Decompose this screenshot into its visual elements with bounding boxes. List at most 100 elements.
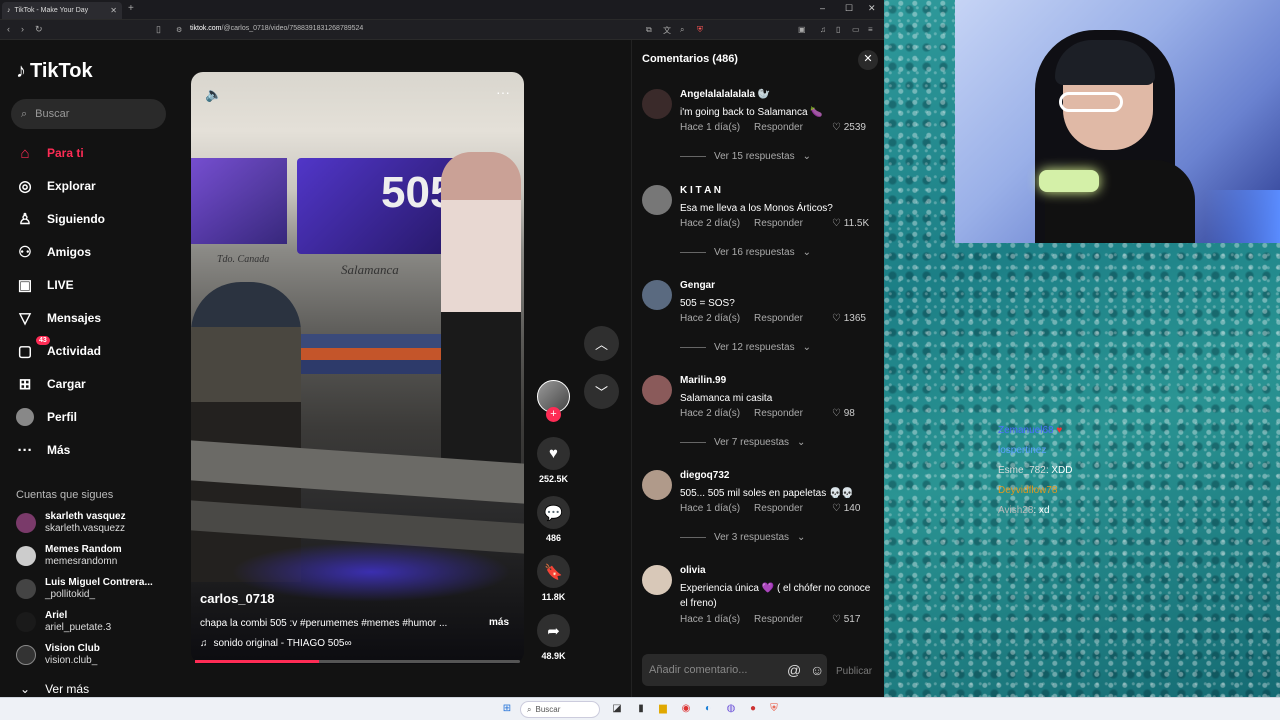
sidebar-toggle-icon[interactable]: ▯ (836, 25, 840, 34)
avatar[interactable] (642, 375, 672, 405)
brave-shield-icon[interactable]: ⛨ (697, 25, 703, 35)
more-options-icon[interactable]: ··· (496, 84, 510, 100)
comment-action[interactable]: 💬 486 (537, 496, 570, 543)
save-action[interactable]: 🔖 11.8K (537, 555, 570, 602)
reply-button[interactable]: Responder (754, 122, 803, 133)
sidebar-item-explorar[interactable]: ◎ Explorar (16, 175, 95, 197)
video-author[interactable]: carlos_0718 (200, 591, 274, 606)
media-icon[interactable]: ♫ (820, 25, 826, 34)
sidebar-item-perfil[interactable]: Perfil (16, 406, 77, 428)
view-replies-button[interactable]: Ver 16 respuestas ⌄ (680, 247, 811, 258)
reply-button[interactable]: Responder (754, 218, 803, 229)
music-note-icon: ♫ (200, 638, 208, 649)
following-account[interactable]: Luis Miguel Contrera... _pollitokid_ (16, 577, 153, 601)
discord-icon[interactable]: ◍ (724, 702, 738, 716)
sidebar-item-live[interactable]: ▣ LIVE (16, 274, 74, 296)
following-account[interactable]: Memes Random memesrandomn (16, 544, 122, 568)
file-explorer-icon[interactable]: ▆ (656, 702, 670, 716)
close-comments-button[interactable]: ✕ (858, 50, 878, 70)
reply-button[interactable]: Responder (754, 614, 803, 625)
comment-likes[interactable]: ♡ 11.5K (832, 218, 869, 229)
language-icon[interactable]: 文 (663, 25, 671, 36)
avatar[interactable] (642, 565, 672, 595)
video-player[interactable]: 505 Tdo. Canada Salamanca 🔈 ··· (191, 72, 524, 664)
previous-video-button[interactable]: ︿ (584, 326, 619, 361)
taskbar-search[interactable]: ⌕ Buscar (520, 701, 600, 718)
publish-button[interactable]: Publicar (836, 666, 872, 677)
start-icon[interactable]: ⊞ (500, 702, 514, 716)
back-icon[interactable]: ‹ (7, 24, 10, 34)
video-music[interactable]: ♫ sonido original - THIAGO 505∞ (200, 638, 352, 649)
forward-icon[interactable]: › (21, 24, 24, 34)
url-field[interactable]: tiktok.com/@carlos_0718/video/7588391831… (190, 25, 363, 32)
avatar[interactable] (642, 470, 672, 500)
replies-label: Ver 7 respuestas (714, 437, 790, 448)
mute-icon[interactable]: 🔈 (205, 86, 222, 103)
view-replies-button[interactable]: Ver 15 respuestas ⌄ (680, 151, 811, 162)
sidebar-item-para-ti[interactable]: ⌂ Para ti (16, 142, 83, 164)
video-progress-bar[interactable] (195, 660, 520, 663)
sidebar-item-amigos[interactable]: ⚇ Amigos (16, 241, 91, 263)
comment-user[interactable]: diegoq732 (680, 470, 729, 481)
reply-button[interactable]: Responder (754, 313, 803, 324)
wallet-icon[interactable]: ▭ (852, 25, 860, 34)
comment-user[interactable]: Marilin.99 (680, 375, 726, 386)
site-info-icon[interactable]: ⚙ (176, 26, 182, 34)
widgets-icon[interactable]: ◪ (610, 702, 624, 716)
comment-user[interactable]: K I T A N (680, 185, 721, 196)
brave-icon[interactable]: ⛨ (767, 702, 781, 716)
tiktok-logo[interactable]: ♪ TikTok (16, 60, 93, 83)
reply-button[interactable]: Responder (754, 408, 803, 419)
sidebar-item-mas[interactable]: ··· Más (16, 439, 71, 461)
share-action[interactable]: ➦ 48.9K (537, 614, 570, 661)
close-tab-icon[interactable]: ✕ (110, 6, 117, 15)
comment-likes[interactable]: ♡ 1365 (832, 313, 866, 324)
sidebar-item-siguiendo[interactable]: ♙ Siguiendo (16, 208, 105, 230)
like-action[interactable]: ♥ 252.5K (537, 437, 570, 484)
comment-user[interactable]: Gengar (680, 280, 715, 291)
task-view-icon[interactable]: ▮ (634, 702, 648, 716)
minimize-icon[interactable]: – (820, 3, 825, 13)
comment-input[interactable]: Añadir comentario... @ ☺ (642, 654, 827, 686)
emoji-icon[interactable]: ☺ (810, 662, 824, 678)
avatar[interactable] (642, 185, 672, 215)
menu-icon[interactable]: ≡ (868, 25, 873, 34)
sidebar-item-mensajes[interactable]: ▽ Mensajes (16, 307, 101, 329)
sidebar-item-actividad[interactable]: ▢ 43 Actividad (16, 336, 101, 362)
bookmark-icon[interactable]: ▯ (156, 24, 161, 35)
comment-likes[interactable]: ♡ 2539 (832, 122, 866, 133)
sidebar-item-cargar[interactable]: ⊞ Cargar (16, 373, 86, 395)
description-more-button[interactable]: más (489, 617, 509, 628)
browser-tab[interactable]: ♪ TikTok - Make Your Day ✕ (2, 2, 122, 19)
see-more-button[interactable]: ⌄ Ver más (20, 682, 89, 696)
comment-user[interactable]: Angelalalalalala 🦭 (680, 89, 770, 100)
chrome-icon[interactable]: ◉ (679, 702, 693, 716)
screenshot-icon[interactable]: ▣ (798, 25, 806, 34)
close-window-icon[interactable]: ✕ (868, 3, 876, 14)
reload-icon[interactable]: ↻ (35, 24, 43, 35)
divider (680, 347, 706, 348)
reply-button[interactable]: Responder (754, 503, 803, 514)
view-replies-button[interactable]: Ver 12 respuestas ⌄ (680, 342, 811, 353)
translate-icon[interactable]: ⧉ (646, 25, 652, 35)
view-replies-button[interactable]: Ver 3 respuestas ⌄ (680, 532, 805, 543)
avatar[interactable] (642, 89, 672, 119)
comment-user[interactable]: olivia (680, 565, 706, 576)
mention-icon[interactable]: @ (787, 662, 801, 678)
next-video-button[interactable]: ﹀ (584, 374, 619, 409)
search-input[interactable]: ⌕ Buscar (11, 99, 166, 129)
new-tab-icon[interactable]: + (128, 3, 134, 14)
following-account[interactable]: skarleth vasquez skarleth.vasquezz (16, 511, 126, 535)
following-account[interactable]: Vision Club vision.club_ (16, 643, 100, 667)
comment-likes[interactable]: ♡ 98 (832, 408, 855, 419)
comment-likes[interactable]: ♡ 517 (832, 614, 860, 625)
follow-button[interactable]: + (546, 407, 561, 422)
app-icon[interactable]: ● (746, 702, 760, 716)
view-replies-button[interactable]: Ver 7 respuestas ⌄ (680, 437, 805, 448)
maximize-icon[interactable]: ☐ (845, 3, 853, 14)
comment-likes[interactable]: ♡ 140 (832, 503, 860, 514)
zoom-icon[interactable]: ⌕ (680, 25, 684, 35)
avatar[interactable] (642, 280, 672, 310)
following-account[interactable]: Ariel ariel_puetate.3 (16, 610, 111, 634)
edge-icon[interactable]: ◐ (701, 702, 715, 716)
